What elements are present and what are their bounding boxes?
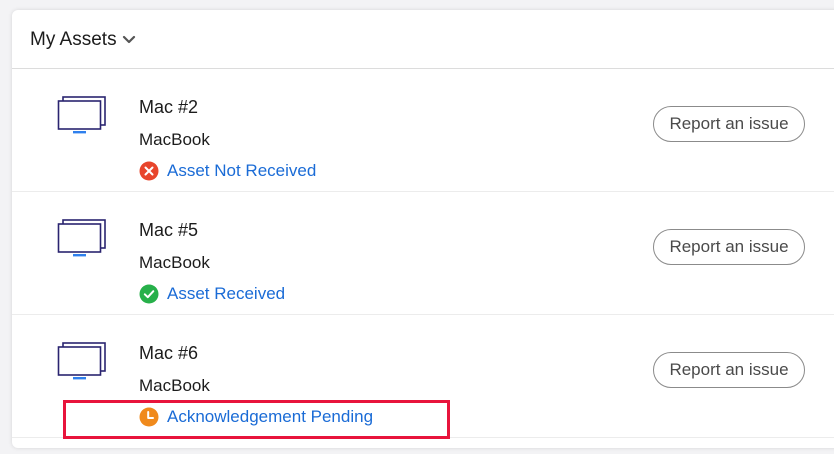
chevron-down-icon [122,35,136,45]
asset-type: MacBook [139,376,210,395]
asset-status-link[interactable]: Asset Received [139,284,285,304]
report-issue-button[interactable]: Report an issue [653,229,805,265]
asset-row: Mac #5 MacBook Asset Received Report an … [12,192,834,315]
checkmark-icon [139,284,159,304]
asset-name: Mac #5 [139,220,199,240]
report-issue-button[interactable]: Report an issue [653,106,805,142]
asset-name: Mac #2 [139,97,199,117]
status-label: Asset Not Received [167,161,317,180]
panel-title: My Assets [30,29,117,50]
asset-row: Mac #2 MacBook Asset Not Received Report… [12,69,834,192]
status-label: Acknowledgement Pending [167,407,374,426]
asset-name: Mac #6 [139,343,199,363]
clock-icon [139,407,159,427]
report-issue-button[interactable]: Report an issue [653,352,805,388]
asset-row: Mac #6 MacBook Acknowledgement Pending R… [12,315,834,439]
panel-header: My Assets [12,10,834,69]
computer-monitor-icon [57,95,109,137]
computer-monitor-icon [57,218,109,260]
asset-type: MacBook [139,253,210,272]
error-x-icon [139,161,159,181]
computer-monitor-icon [57,341,109,383]
asset-type: MacBook [139,130,210,149]
assets-dropdown[interactable]: My Assets [30,29,136,51]
asset-status-link[interactable]: Acknowledgement Pending [139,407,373,427]
asset-status-link[interactable]: Asset Not Received [139,161,316,181]
status-label: Asset Received [167,284,286,303]
assets-panel: My Assets Mac #2 MacBook Asset Not Recei… [12,10,834,448]
